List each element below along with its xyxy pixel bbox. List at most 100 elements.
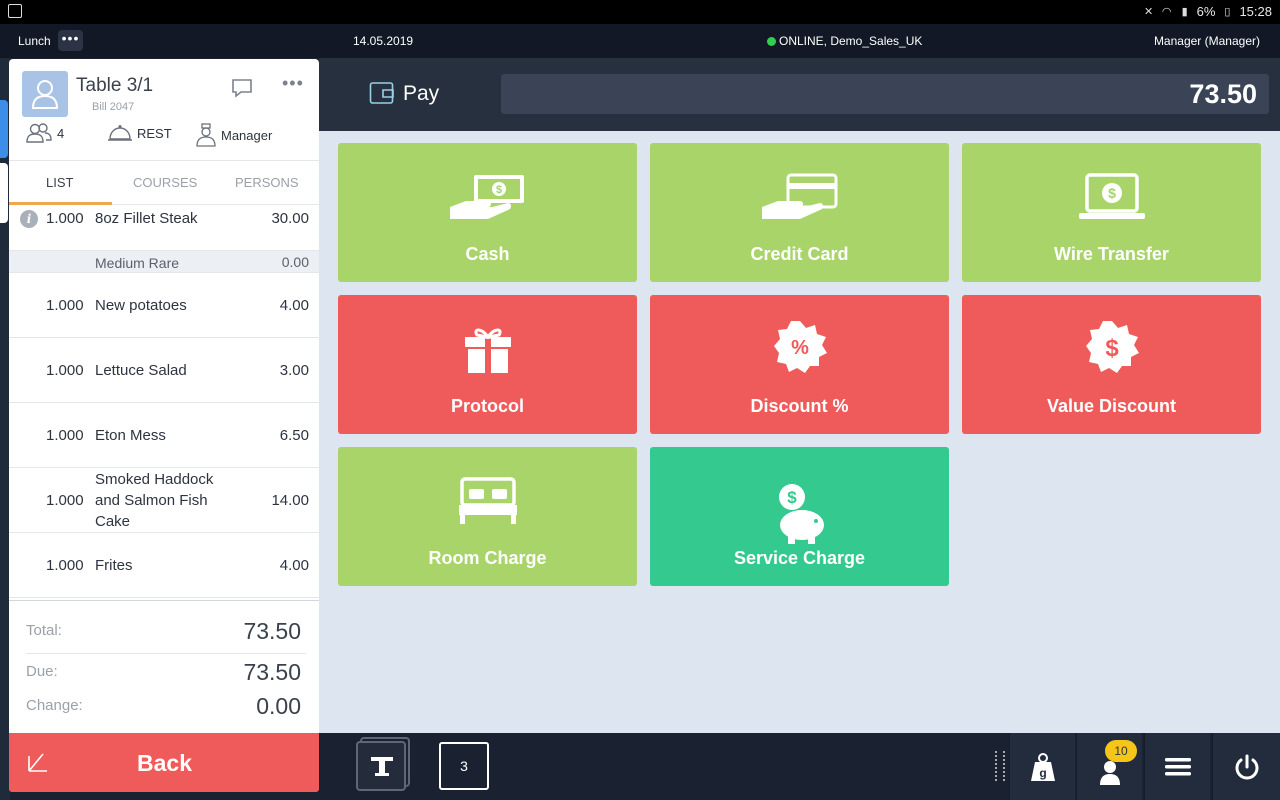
item-name: 8oz Fillet Steak bbox=[95, 210, 198, 227]
system-status-bar: ✕ ◠ ▮ 6% ▯ 15:28 bbox=[0, 0, 1280, 24]
current-user[interactable]: Manager (Manager) bbox=[1154, 34, 1260, 48]
piggy-bank-icon: $ bbox=[778, 484, 824, 544]
payment-header: Pay 73.50 bbox=[319, 58, 1280, 131]
notification-badge: 10 bbox=[1105, 740, 1137, 762]
active-tab-indicator bbox=[9, 202, 112, 205]
bottom-toolbar: 3 g 10 bbox=[319, 733, 1280, 800]
bed-icon bbox=[458, 477, 517, 524]
signal-icon: ▮ bbox=[1181, 5, 1188, 18]
waiter-icon bbox=[196, 123, 216, 147]
svg-text:$: $ bbox=[1105, 335, 1119, 362]
wire-transfer-label: Wire Transfer bbox=[1054, 244, 1169, 264]
protocol-tile[interactable]: Protocol bbox=[338, 295, 637, 434]
person-icon bbox=[32, 80, 58, 109]
power-button[interactable] bbox=[1212, 733, 1280, 800]
comment-icon[interactable] bbox=[231, 78, 253, 98]
battery-icon: ▯ bbox=[1224, 5, 1231, 18]
waiter[interactable]: Manager bbox=[195, 123, 272, 147]
menu-button[interactable] bbox=[1144, 733, 1210, 800]
total-label: Total: bbox=[26, 622, 62, 639]
cloche-icon bbox=[108, 125, 132, 141]
due-label: Due: bbox=[26, 663, 58, 680]
menu-icon bbox=[1164, 757, 1191, 775]
side-drawer-handle[interactable] bbox=[0, 100, 8, 158]
clock: 15:28 bbox=[1239, 4, 1272, 19]
order-more-button[interactable]: ••• bbox=[282, 73, 304, 94]
item-price: 14.00 bbox=[271, 492, 309, 509]
table-name: Table 3/1 bbox=[76, 75, 154, 96]
room-charge-tile[interactable]: Room Charge bbox=[338, 447, 637, 586]
status-indicators: ✕ ◠ ▮ 6% ▯ 15:28 bbox=[1143, 4, 1272, 19]
tab-list[interactable]: LIST bbox=[46, 175, 73, 190]
discount-percent-tile[interactable]: % Discount % bbox=[650, 295, 949, 434]
change-label: Change: bbox=[26, 697, 83, 714]
bill-number: Bill 2047 bbox=[92, 101, 135, 113]
item-price: 30.00 bbox=[271, 210, 309, 227]
svg-text:%: % bbox=[791, 337, 809, 359]
value-discount-label: Value Discount bbox=[1046, 396, 1177, 416]
back-button[interactable]: Back bbox=[9, 733, 319, 792]
modifier-price: 0.00 bbox=[281, 254, 309, 270]
order-item-row[interactable]: 1.000 Frites 4.00 bbox=[9, 533, 319, 598]
total-value: 73.50 bbox=[243, 618, 301, 644]
cash-icon: $ bbox=[449, 175, 524, 219]
credit-card-label: Credit Card bbox=[750, 244, 849, 264]
change-row: Change: 0.00 bbox=[26, 693, 301, 723]
order-item-row[interactable]: 1.000 Smoked Haddock and Salmon Fish Cak… bbox=[9, 468, 319, 533]
svg-text:g: g bbox=[1039, 766, 1046, 780]
scale-button[interactable]: g bbox=[1009, 733, 1075, 800]
gallery-notification-icon bbox=[8, 4, 22, 18]
business-date: 14.05.2019 bbox=[353, 34, 414, 48]
item-name: Eton Mess bbox=[95, 427, 166, 444]
info-icon[interactable]: i bbox=[20, 210, 38, 228]
guest-count[interactable]: 4 bbox=[25, 123, 64, 143]
customer-avatar[interactable] bbox=[22, 71, 68, 117]
order-panel: Table 3/1 Bill 2047 ••• 4 REST Manager L… bbox=[9, 59, 319, 733]
waiter-queue-button[interactable]: 10 bbox=[1076, 733, 1142, 800]
item-price: 3.00 bbox=[279, 362, 309, 379]
svg-text:$: $ bbox=[1108, 185, 1116, 201]
wire-transfer-tile[interactable]: $ Wire Transfer bbox=[962, 143, 1261, 282]
guests-icon bbox=[26, 123, 52, 143]
change-value: 0.00 bbox=[256, 693, 301, 719]
due-value: 73.50 bbox=[243, 659, 301, 685]
order-item-row[interactable]: 1.000 Eton Mess 6.50 bbox=[9, 403, 319, 468]
due-row: Due: 73.50 bbox=[26, 659, 301, 689]
order-item-row[interactable]: 1.000 New potatoes 4.00 bbox=[9, 273, 319, 338]
cash-tile[interactable]: $ Cash bbox=[338, 143, 637, 282]
order-header: Table 3/1 Bill 2047 ••• 4 REST Manager bbox=[9, 59, 319, 161]
svg-text:$: $ bbox=[787, 488, 797, 507]
table-map-button[interactable] bbox=[356, 741, 406, 791]
modifier-row[interactable]: Medium Rare 0.00 bbox=[9, 251, 319, 273]
gift-icon bbox=[464, 328, 511, 373]
session-name[interactable]: Lunch bbox=[18, 34, 51, 48]
amount-display[interactable]: 73.50 bbox=[501, 74, 1269, 114]
tab-courses[interactable]: COURSES bbox=[133, 175, 197, 190]
amount-value: 73.50 bbox=[1189, 79, 1257, 109]
modifier-name: Medium Rare bbox=[95, 255, 180, 271]
credit-card-tile[interactable]: Credit Card bbox=[650, 143, 949, 282]
order-item-row[interactable]: 1.000 Lettuce Salad 3.00 bbox=[9, 338, 319, 403]
svg-text:$: $ bbox=[495, 184, 501, 196]
power-icon bbox=[1235, 754, 1258, 779]
side-drawer-handle-2[interactable] bbox=[0, 163, 8, 223]
item-price: 6.50 bbox=[279, 427, 309, 444]
location[interactable]: REST bbox=[107, 123, 172, 143]
tab-persons[interactable]: PERSONS bbox=[235, 175, 299, 190]
session-more-button[interactable]: ••• bbox=[58, 30, 83, 51]
value-discount-tile[interactable]: $ Value Discount bbox=[962, 295, 1261, 434]
item-name: Smoked Haddock and Salmon Fish Cake bbox=[95, 471, 214, 530]
wifi-icon: ◠ bbox=[1161, 5, 1172, 18]
discount-percent-label: Discount % bbox=[750, 396, 849, 416]
item-qty: 1.000 bbox=[46, 492, 84, 509]
connection-status: ONLINE, Demo_Sales_UK bbox=[767, 34, 922, 48]
item-price: 4.00 bbox=[279, 297, 309, 314]
battery-level: 6% bbox=[1196, 4, 1216, 19]
toolbar-grip-handle[interactable] bbox=[995, 751, 1005, 781]
service-charge-tile[interactable]: $ Service Charge bbox=[650, 447, 949, 586]
back-label: Back bbox=[137, 750, 192, 776]
back-pen-icon bbox=[28, 753, 47, 772]
open-bills-count[interactable]: 3 bbox=[439, 742, 489, 790]
order-item-row[interactable]: i 1.000 8oz Fillet Steak 30.00 bbox=[9, 206, 319, 251]
item-qty: 1.000 bbox=[46, 557, 84, 574]
